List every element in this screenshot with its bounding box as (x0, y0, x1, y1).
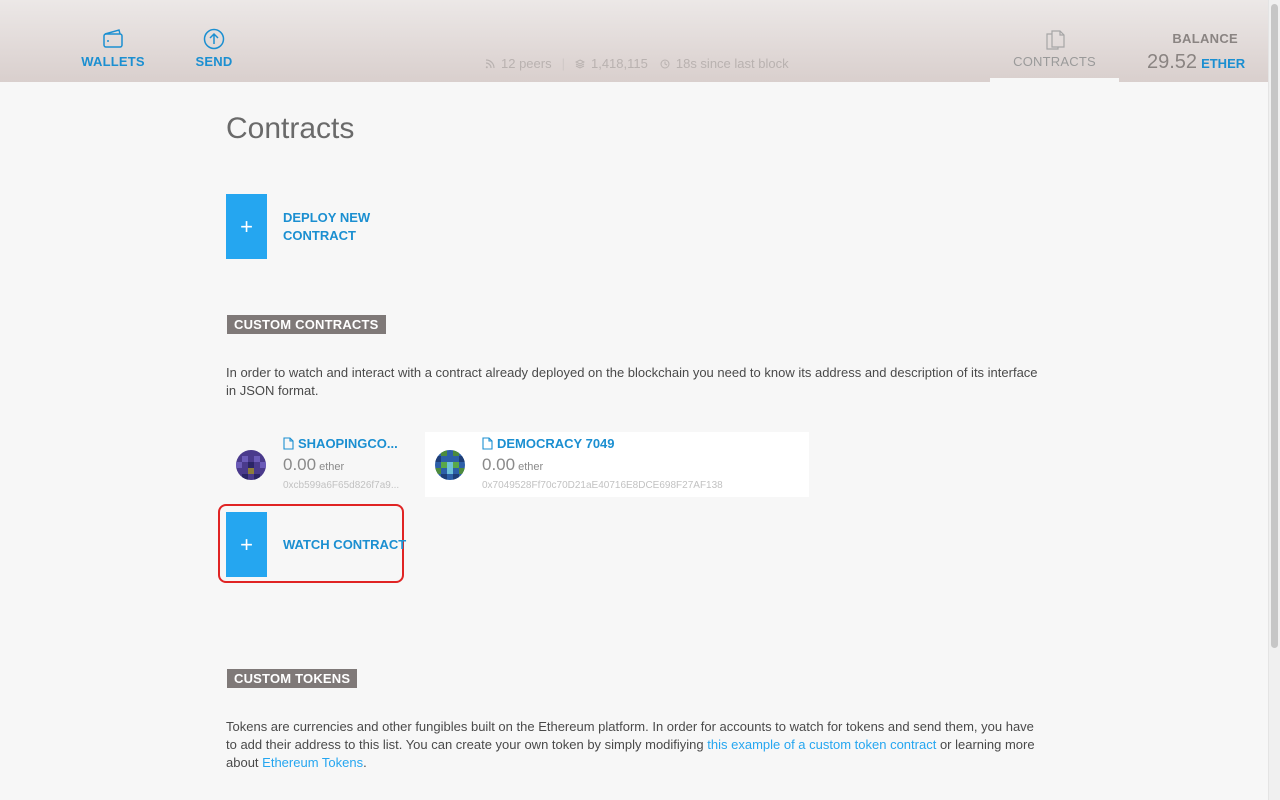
nav-contracts-label: CONTRACTS (1013, 54, 1096, 69)
identicon-avatar (236, 450, 266, 480)
contract-name: DEMOCRACY 7049 (482, 436, 723, 451)
rss-icon (485, 58, 495, 68)
nav-wallets[interactable]: WALLETS (78, 28, 148, 69)
deploy-new-contract-button[interactable]: + DEPLOY NEW CONTRACT (226, 194, 383, 259)
network-status: 12 peers | 1,418,115 18s since last bloc… (485, 56, 789, 71)
balance-amount: 29.52 (1147, 51, 1198, 73)
active-tab-indicator (990, 78, 1119, 82)
contract-card-shaopingco[interactable]: SHAOPINGCO... 0.00 ether 0xcb599a6F65d826… (226, 432, 414, 497)
contract-balance-unit: ether (518, 461, 544, 473)
ethereum-tokens-link[interactable]: Ethereum Tokens (262, 755, 363, 770)
contract-balance: 0.00 ether (283, 455, 399, 475)
contract-card-info: DEMOCRACY 7049 0.00 ether 0x7049528Ff70c7… (482, 436, 723, 491)
time-since-block: 18s since last block (675, 56, 789, 71)
custom-tokens-heading: CUSTOM TOKENS (227, 669, 358, 688)
contract-address: 0xcb599a6F65d826f7a9... (283, 480, 400, 491)
custom-contracts-heading: CUSTOM CONTRACTS (227, 315, 386, 334)
identicon-avatar (435, 450, 465, 480)
contract-name-text: DEMOCRACY 7049 (497, 436, 615, 451)
deploy-button-label: DEPLOY NEW CONTRACT (283, 209, 371, 243)
token-example-link[interactable]: this example of a custom token contract (707, 737, 936, 752)
top-navigation-bar: WALLETS SEND 12 peers | 1,418,115 18s si… (0, 0, 1268, 82)
layers-icon (574, 58, 585, 69)
nav-wallets-label: WALLETS (81, 54, 145, 69)
contract-address: 0x7049528Ff70c70D21aE40716E8DCE698F27AF1… (482, 480, 723, 491)
tokens-text-part-3: . (363, 755, 367, 770)
block-number: 1,418,115 (590, 56, 648, 71)
nav-send-label: SEND (195, 54, 233, 69)
contract-name-text: SHAOPINGCO... (298, 436, 398, 451)
nav-contracts[interactable]: CONTRACTS (990, 28, 1119, 82)
status-divider: | (561, 56, 565, 71)
nav-send[interactable]: SEND (183, 28, 245, 69)
file-icon (482, 437, 493, 450)
peers-count: 12 peers (501, 56, 552, 71)
contract-card-info: SHAOPINGCO... 0.00 ether 0xcb599a6F65d826… (283, 436, 399, 491)
contract-name: SHAOPINGCO... (283, 436, 399, 451)
custom-contracts-description: In order to watch and interact with a co… (226, 365, 1038, 398)
contract-card-democracy[interactable]: DEMOCRACY 7049 0.00 ether 0x7049528Ff70c7… (425, 432, 809, 497)
balance-display: 29.52 ETHER (1147, 51, 1245, 74)
contract-balance: 0.00 ether (482, 455, 723, 475)
documents-icon (1045, 30, 1065, 50)
vertical-scrollbar[interactable] (1268, 0, 1280, 800)
plus-icon: + (226, 512, 267, 577)
contract-balance-amount: 0.00 (482, 455, 516, 474)
contract-balance-amount: 0.00 (283, 455, 317, 474)
balance-unit[interactable]: ETHER (1201, 56, 1245, 71)
file-icon (283, 437, 294, 450)
clock-icon (660, 59, 670, 68)
page-title: Contracts (226, 112, 355, 145)
custom-tokens-description: Tokens are currencies and other fungible… (226, 718, 1046, 772)
balance-label: BALANCE (1172, 31, 1238, 46)
plus-icon: + (226, 194, 267, 259)
contract-balance-unit: ether (319, 461, 345, 473)
upload-circle-icon (203, 28, 225, 50)
watch-button-label: WATCH CONTRACT (283, 536, 407, 552)
wallet-icon (103, 29, 123, 48)
watch-contract-button[interactable]: + WATCH CONTRACT (226, 512, 406, 577)
scrollbar-thumb[interactable] (1271, 4, 1278, 648)
